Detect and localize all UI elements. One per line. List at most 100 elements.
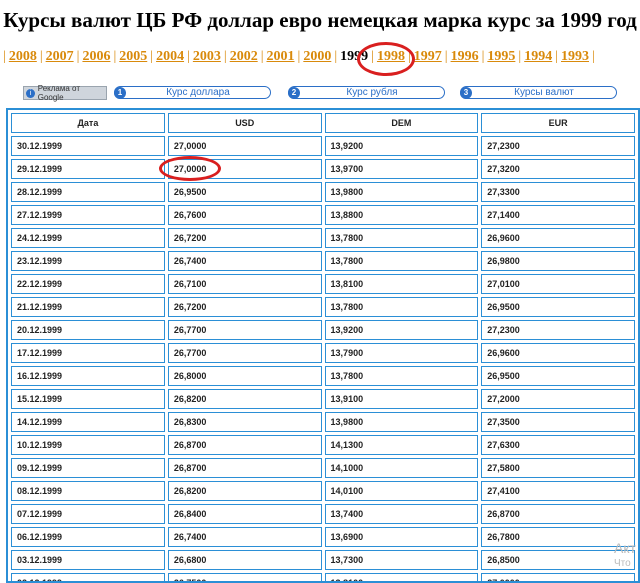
cell-dem: 13,7800 xyxy=(324,297,479,317)
cell-usd: 26,7400 xyxy=(167,251,322,271)
year-link-2007[interactable]: 2007 xyxy=(46,49,74,64)
year-link-2000[interactable]: 2000 xyxy=(303,49,331,64)
year-separator: | xyxy=(555,49,558,64)
table-row: 22.12.1999 26,7100 13,8100 27,0100 xyxy=(11,274,635,294)
cell-eur: 27,2300 xyxy=(481,320,635,340)
usd-rate-link[interactable]: 1 Курс доллара xyxy=(114,86,271,99)
year-link-2005[interactable]: 2005 xyxy=(119,49,147,64)
cell-date: 29.12.1999 xyxy=(11,159,165,179)
cell-dem: 13,7800 xyxy=(324,366,479,386)
rates-table: Дата USD DEM EUR 30.12.1999 27,0000 13,920… xyxy=(8,110,638,581)
year-link-1994[interactable]: 1994 xyxy=(524,49,552,64)
cell-dem: 13,9200 xyxy=(324,320,479,340)
cell-date: 22.12.1999 xyxy=(11,274,165,294)
cell-date: 24.12.1999 xyxy=(11,228,165,248)
cell-eur: 27,0000 xyxy=(481,573,635,581)
year-link-1997[interactable]: 1997 xyxy=(414,49,442,64)
page-title: Курсы валют ЦБ РФ доллар евро немецкая м… xyxy=(3,8,637,32)
table-row: 02.12.1999 26,7500 13,8100 27,0000 xyxy=(11,573,635,581)
table-row: 07.12.1999 26,8400 13,7400 26,8700 xyxy=(11,504,635,524)
year-link-2008[interactable]: 2008 xyxy=(9,49,37,64)
pill-number-3: 3 xyxy=(460,86,472,99)
cell-eur: 27,6300 xyxy=(481,435,635,455)
year-separator: | xyxy=(592,49,595,64)
cell-dem: 14,1300 xyxy=(324,435,479,455)
cell-usd: 26,8200 xyxy=(167,481,322,501)
pill-number-2: 2 xyxy=(288,86,300,99)
year-link-1993[interactable]: 1993 xyxy=(561,49,589,64)
year-link-2002[interactable]: 2002 xyxy=(230,49,258,64)
table-row: 10.12.1999 26,8700 14,1300 27,6300 xyxy=(11,435,635,455)
year-separator: | xyxy=(3,49,6,64)
year-separator: | xyxy=(260,49,264,64)
rates-table-container: Дата USD DEM EUR 30.12.1999 27,0000 13,920… xyxy=(6,108,640,583)
cell-usd: 26,8700 xyxy=(167,458,322,478)
cell-eur: 27,2000 xyxy=(481,389,635,409)
year-link-2003[interactable]: 2003 xyxy=(193,49,221,64)
cell-dem: 13,6900 xyxy=(324,527,479,547)
year-separator: | xyxy=(223,49,227,64)
cell-usd: 26,8000 xyxy=(167,366,322,386)
info-icon: i xyxy=(26,88,35,98)
cell-eur: 27,4100 xyxy=(481,481,635,501)
cell-usd: 26,8700 xyxy=(167,435,322,455)
cell-date: 27.12.1999 xyxy=(11,205,165,225)
year-link-2004[interactable]: 2004 xyxy=(156,49,184,64)
table-row: 24.12.1999 26,7200 13,7800 26,9600 xyxy=(11,228,635,248)
year-separator: | xyxy=(39,49,43,64)
cell-date: 14.12.1999 xyxy=(11,412,165,432)
cell-usd: 26,7700 xyxy=(167,343,322,363)
cell-dem: 13,7400 xyxy=(324,504,479,524)
cell-dem: 13,8100 xyxy=(324,573,479,581)
table-row: 09.12.1999 26,8700 14,1000 27,5800 xyxy=(11,458,635,478)
year-separator: | xyxy=(297,49,301,64)
table-row: 20.12.1999 26,7700 13,9200 27,2300 xyxy=(11,320,635,340)
year-link-2001[interactable]: 2001 xyxy=(267,49,295,64)
cell-eur: 26,9600 xyxy=(481,228,635,248)
year-separator: | xyxy=(113,49,117,64)
year-link-1996[interactable]: 1996 xyxy=(451,49,479,64)
cell-date: 03.12.1999 xyxy=(11,550,165,570)
cell-usd: 26,8400 xyxy=(167,504,322,524)
cell-usd: 26,7600 xyxy=(167,205,322,225)
header-dem: DEM xyxy=(324,113,479,133)
cell-date: 10.12.1999 xyxy=(11,435,165,455)
cell-date: 09.12.1999 xyxy=(11,458,165,478)
table-row: 03.12.1999 26,6800 13,7300 26,8500 xyxy=(11,550,635,570)
usd-value-highlight-circle xyxy=(159,156,221,181)
cell-dem: 13,8100 xyxy=(324,274,479,294)
current-year-highlight-circle xyxy=(357,42,415,76)
header-eur: EUR xyxy=(481,113,635,133)
table-row: 29.12.1999 27,0000 13,9700 27,3200 xyxy=(11,159,635,179)
year-separator: | xyxy=(518,49,522,64)
cell-date: 07.12.1999 xyxy=(11,504,165,524)
rub-rate-link[interactable]: 2 Курс рубля xyxy=(288,86,445,99)
cell-eur: 27,2300 xyxy=(481,136,635,156)
cell-dem: 13,9800 xyxy=(324,412,479,432)
cell-eur: 26,9600 xyxy=(481,343,635,363)
cell-dem: 13,9200 xyxy=(324,136,479,156)
pill-label-usd: Курс доллара xyxy=(166,87,230,98)
cell-dem: 13,9100 xyxy=(324,389,479,409)
cell-usd: 26,7700 xyxy=(167,320,322,340)
table-row: 06.12.1999 26,7400 13,6900 26,7800 xyxy=(11,527,635,547)
pill-number-1: 1 xyxy=(114,86,126,99)
year-link-2006[interactable]: 2006 xyxy=(82,49,110,64)
cell-usd: 26,8200 xyxy=(167,389,322,409)
google-ad-badge[interactable]: i Реклама от Google xyxy=(23,84,107,102)
cell-eur: 27,5800 xyxy=(481,458,635,478)
cell-usd: 26,7100 xyxy=(167,274,322,294)
year-link-1995[interactable]: 1995 xyxy=(487,49,515,64)
cell-dem: 13,9700 xyxy=(324,159,479,179)
table-row: 23.12.1999 26,7400 13,7800 26,9800 xyxy=(11,251,635,271)
cell-eur: 27,1400 xyxy=(481,205,635,225)
cell-usd: 26,6800 xyxy=(167,550,322,570)
cell-usd: 26,7200 xyxy=(167,297,322,317)
cell-eur: 26,9500 xyxy=(481,297,635,317)
table-row: 27.12.1999 26,7600 13,8800 27,1400 xyxy=(11,205,635,225)
year-separator: | xyxy=(150,49,154,64)
cell-dem: 13,8800 xyxy=(324,205,479,225)
year-separator: | xyxy=(187,49,190,64)
cell-date: 16.12.1999 xyxy=(11,366,165,386)
currency-rates-link[interactable]: 3 Курсы валют xyxy=(460,86,617,99)
